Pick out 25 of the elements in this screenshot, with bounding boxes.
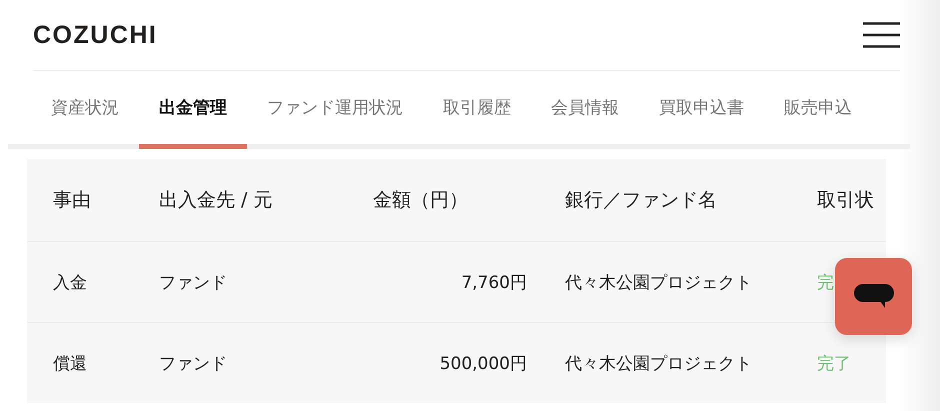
table-cell-text: ファンド	[159, 352, 228, 374]
column-header: 金額（円）	[373, 188, 469, 213]
tab[interactable]: 資産状況	[41, 71, 139, 149]
column-header: 出入金先 / 元	[159, 188, 274, 213]
tab[interactable]: 販売申込	[764, 71, 872, 149]
tab[interactable]: 取引履歴	[423, 71, 531, 149]
column-header: 取引状	[817, 188, 875, 213]
tab[interactable]: ファンド運用状況	[247, 71, 423, 149]
tab[interactable]: 買取申込書	[639, 71, 764, 149]
table-cell-text: 償還	[52, 352, 88, 374]
chat-button[interactable]	[835, 258, 912, 335]
table-cell-text: 代々木公園プロジェクト	[565, 352, 753, 374]
column-header: 銀行／ファンド名	[565, 188, 718, 213]
table-cell-text: 代々木公園プロジェクト	[565, 272, 753, 294]
tab[interactable]: 出金管理	[139, 71, 247, 149]
status-text: 完	[817, 272, 835, 294]
column-header: 事由	[52, 188, 92, 213]
table-cell-text: 7,760円	[460, 272, 527, 294]
tab[interactable]: 会員情報	[531, 71, 639, 149]
table-cell-text: 入金	[52, 272, 88, 294]
table-cell-text: 500,000円	[438, 352, 527, 374]
status-text: 完了	[817, 352, 852, 374]
table-cell-text: ファンド	[159, 272, 228, 294]
logo[interactable]: COZUCHI	[33, 20, 158, 50]
menu-icon[interactable]	[863, 22, 900, 48]
